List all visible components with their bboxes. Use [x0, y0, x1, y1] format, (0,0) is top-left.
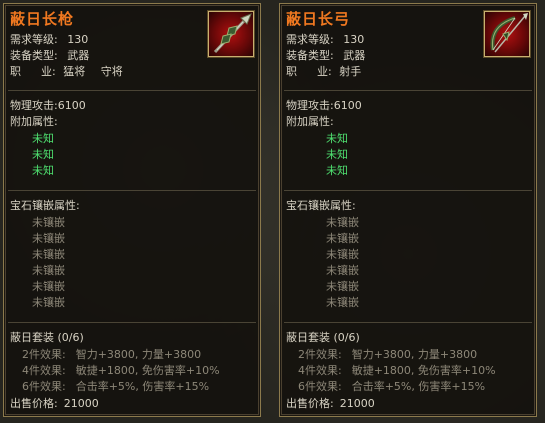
type-row: 装备类型: 武器: [286, 49, 366, 62]
item-name: 蔽日长枪: [10, 10, 75, 28]
gem-slot: 未镶嵌: [32, 264, 65, 277]
gem-slot: 未镶嵌: [326, 248, 359, 261]
set-name: 蔽日套装 (0/6): [286, 331, 360, 344]
extra-attr-label: 附加属性:: [10, 115, 58, 128]
gem-slot: 未镶嵌: [32, 248, 65, 261]
attack-row: 物理攻击:6100: [10, 99, 86, 112]
set-name: 蔽日套装 (0/6): [10, 331, 84, 344]
divider: [8, 190, 256, 191]
gem-slot: 未镶嵌: [326, 296, 359, 309]
extra-attr-item: 未知: [326, 132, 348, 145]
item-tooltip-bow: 蔽日长弓 需求等级: 130 装备类型: 武器 职业: 射手 物理攻击:6100…: [279, 3, 537, 417]
set-effect-row: 4件效果: 敏捷+1800, 免伤害率+10%: [298, 364, 496, 377]
extra-attr-item: 未知: [326, 164, 348, 177]
spear-icon: [208, 11, 254, 57]
extra-attr-label: 附加属性:: [286, 115, 334, 128]
gem-slot: 未镶嵌: [326, 280, 359, 293]
price-row: 出售价格: 21000: [10, 397, 99, 410]
gem-slot: 未镶嵌: [326, 264, 359, 277]
set-effect-row: 2件效果: 智力+3800, 力量+3800: [22, 348, 202, 361]
divider: [8, 90, 256, 91]
divider: [8, 322, 256, 323]
bow-icon: [484, 11, 530, 57]
gem-slot: 未镶嵌: [32, 280, 65, 293]
extra-attr-item: 未知: [32, 164, 54, 177]
set-effect-row: 6件效果: 合击率+5%, 伤害率+15%: [298, 380, 486, 393]
gem-slot: 未镶嵌: [326, 216, 359, 229]
gem-label: 宝石镶嵌属性:: [10, 199, 80, 212]
gem-slot: 未镶嵌: [326, 232, 359, 245]
gem-slot: 未镶嵌: [32, 232, 65, 245]
divider: [284, 322, 532, 323]
gem-slot: 未镶嵌: [32, 216, 65, 229]
level-row: 需求等级: 130: [286, 33, 365, 46]
level-row: 需求等级: 130: [10, 33, 89, 46]
extra-attr-item: 未知: [32, 148, 54, 161]
extra-attr-item: 未知: [32, 132, 54, 145]
divider: [284, 190, 532, 191]
set-effect-row: 4件效果: 敏捷+1800, 免伤害率+10%: [22, 364, 220, 377]
gem-slot: 未镶嵌: [32, 296, 65, 309]
item-name: 蔽日长弓: [286, 10, 351, 28]
item-tooltip-spear: 蔽日长枪 需求等级: 130 装备类型: 武器 职业: 猛将 守将 物理攻击:6…: [3, 3, 261, 417]
gem-label: 宝石镶嵌属性:: [286, 199, 356, 212]
extra-attr-item: 未知: [326, 148, 348, 161]
set-effect-row: 6件效果: 合击率+5%, 伤害率+15%: [22, 380, 210, 393]
type-row: 装备类型: 武器: [10, 49, 90, 62]
set-effect-row: 2件效果: 智力+3800, 力量+3800: [298, 348, 478, 361]
attack-row: 物理攻击:6100: [286, 99, 362, 112]
job-row: 职业: 猛将 守将: [10, 65, 123, 78]
job-row: 职业: 射手: [286, 65, 362, 78]
price-row: 出售价格: 21000: [286, 397, 375, 410]
divider: [284, 90, 532, 91]
